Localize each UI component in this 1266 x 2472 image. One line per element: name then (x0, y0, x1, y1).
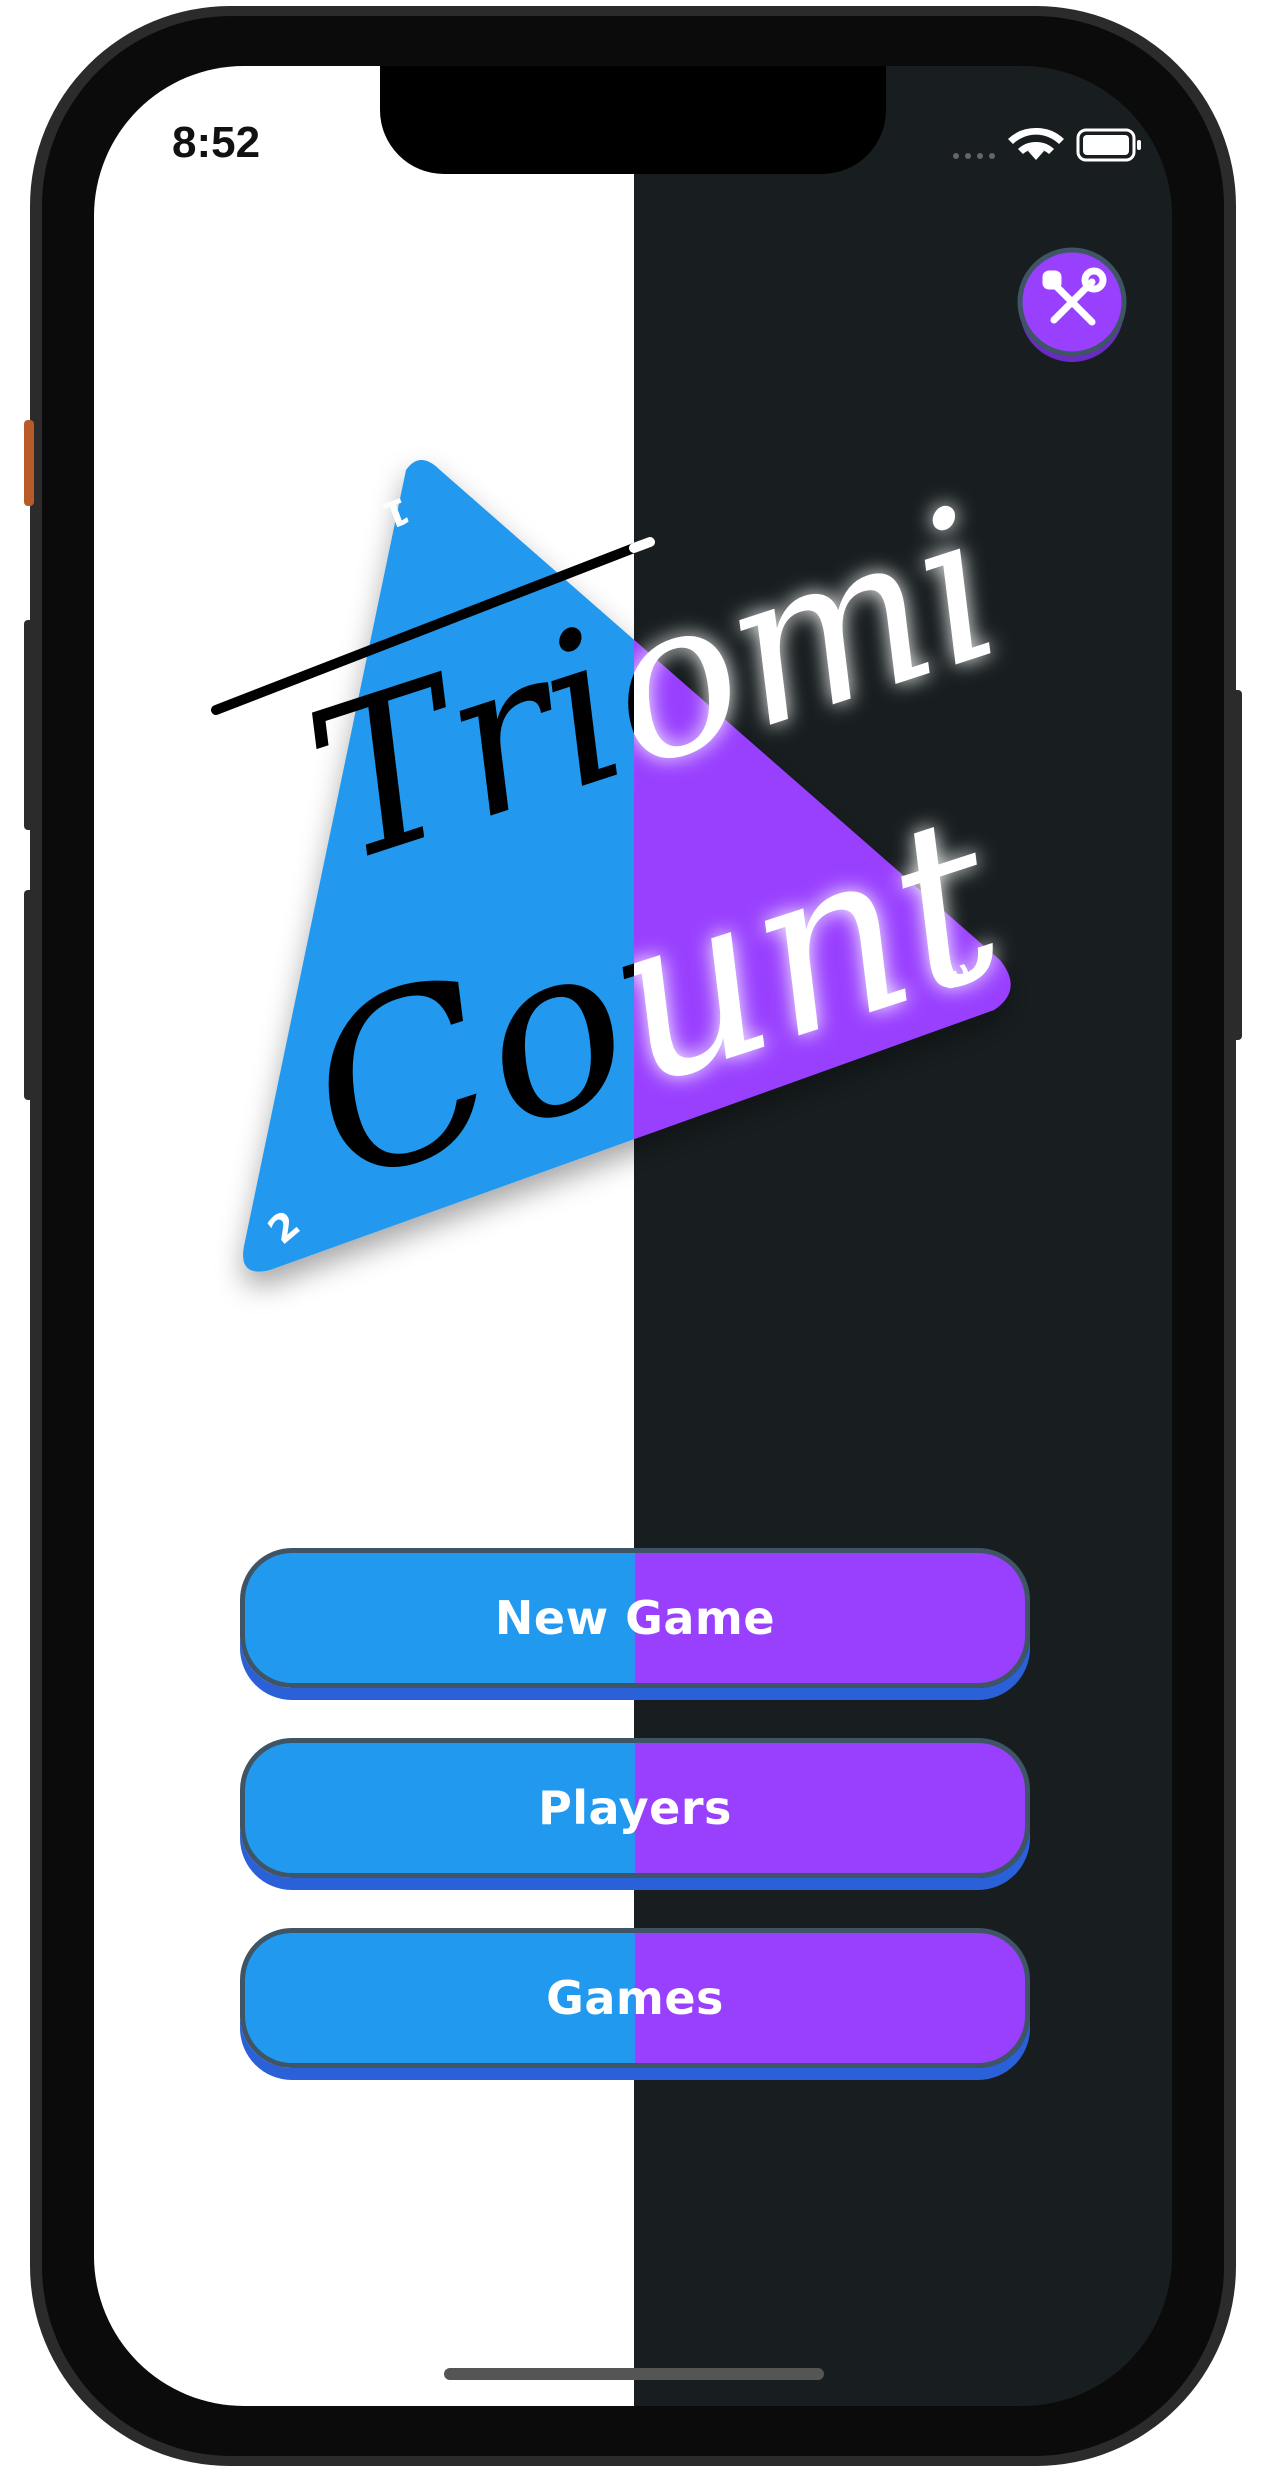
games-label: Games (546, 1971, 724, 2025)
device-chrome (24, 6, 1242, 2466)
tools-icon (1017, 247, 1127, 362)
status-time: 8:52 (172, 118, 261, 167)
games-button-face: Games (240, 1928, 1030, 2068)
games-button[interactable]: Games (240, 1928, 1030, 2078)
phone-frame: 8:52 1 2 3 Triomi Count Triomi Count (0, 0, 1266, 2472)
new-game-label: New Game (494, 1591, 776, 1645)
players-label: Players (538, 1781, 732, 1835)
home-indicator (444, 2368, 824, 2380)
tools-button[interactable] (1014, 246, 1130, 362)
players-button-face: Players (240, 1738, 1030, 1878)
new-game-button-face: New Game (240, 1548, 1030, 1688)
new-game-button[interactable]: New Game (240, 1548, 1030, 1698)
players-button[interactable]: Players (240, 1738, 1030, 1888)
